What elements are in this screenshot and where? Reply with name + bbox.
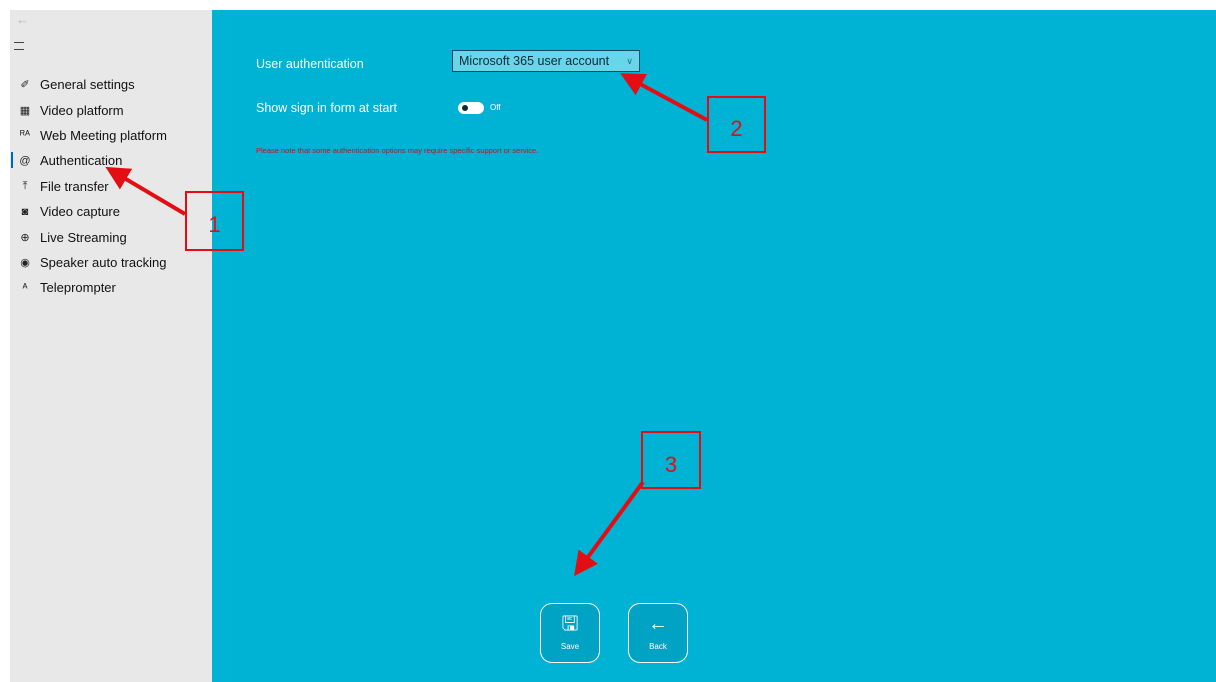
back-label: Back [649, 642, 667, 651]
upload-icon: ⤒ [22, 179, 28, 192]
globe-icon: ⊕ [20, 231, 30, 244]
web-meeting-icon: ᴿᴬ [20, 129, 30, 142]
annotation-marker-1: 1 [185, 191, 244, 251]
save-icon: 🖫 [561, 613, 579, 635]
at-icon: @ [19, 154, 31, 167]
tracking-icon: ◉ [20, 256, 30, 269]
sidebar-item-label: Speaker auto tracking [40, 254, 167, 270]
video-platform-icon: ▦ [19, 104, 31, 117]
sidebar-item-label: Live Streaming [40, 229, 127, 245]
app-window: ← ✐ General settings ▦ Video platform ᴿᴬ… [10, 10, 1216, 682]
sidebar-item-label: Video capture [40, 204, 120, 220]
user-authentication-dropdown[interactable]: Microsoft 365 user account ∨ [452, 50, 640, 72]
nav-list: ✐ General settings ▦ Video platform ᴿᴬ W… [10, 72, 212, 301]
wrench-icon: ✐ [20, 79, 30, 92]
sidebar-item-video-platform[interactable]: ▦ Video platform [10, 97, 212, 122]
show-signin-toggle[interactable] [458, 102, 484, 114]
sidebar-item-label: Web Meeting platform [40, 127, 167, 143]
sidebar-item-label: File transfer [40, 178, 109, 194]
sidebar-item-label: General settings [40, 77, 135, 93]
annotation-marker-3: 3 [641, 431, 701, 489]
sidebar-item-label: Video platform [40, 102, 124, 118]
sidebar-item-authentication[interactable]: @ Authentication [10, 148, 212, 173]
sidebar-item-speaker-auto-tracking[interactable]: ◉ Speaker auto tracking [10, 250, 212, 275]
save-button[interactable]: 🖫 Save [540, 603, 600, 663]
teleprompter-icon: ᴬ [22, 281, 28, 294]
annotation-marker-2: 2 [707, 96, 766, 153]
sidebar-item-teleprompter[interactable]: ᴬ Teleprompter [10, 275, 212, 300]
show-signin-label: Show sign in form at start [256, 101, 398, 115]
user-authentication-label: User authentication [256, 57, 364, 71]
sidebar-item-video-capture[interactable]: ◙ Video capture [10, 199, 212, 224]
sidebar-item-web-meeting-platform[interactable]: ᴿᴬ Web Meeting platform [10, 123, 212, 148]
camera-icon: ◙ [21, 205, 29, 218]
sidebar-item-label: Authentication [40, 153, 123, 169]
toggle-knob [462, 105, 468, 111]
sidebar-item-live-streaming[interactable]: ⊕ Live Streaming [10, 224, 212, 249]
hamburger-icon[interactable] [14, 42, 24, 50]
save-label: Save [560, 642, 580, 651]
sidebar-item-file-transfer[interactable]: ⤒ File transfer [10, 174, 212, 199]
chevron-down-icon: ∨ [626, 56, 633, 66]
back-button[interactable]: ← Back [628, 603, 688, 663]
dropdown-selected-value: Microsoft 365 user account [459, 54, 610, 68]
back-arrow-icon[interactable]: ← [16, 12, 29, 28]
sidebar-item-general-settings[interactable]: ✐ General settings [10, 72, 212, 97]
back-arrow-icon: ← [648, 613, 668, 635]
sidebar-item-label: Teleprompter [40, 280, 116, 296]
sidebar: ← ✐ General settings ▦ Video platform ᴿᴬ… [10, 10, 212, 682]
toggle-state-text: Off [490, 103, 501, 112]
auth-note: Please note that some authentication opt… [256, 146, 539, 155]
